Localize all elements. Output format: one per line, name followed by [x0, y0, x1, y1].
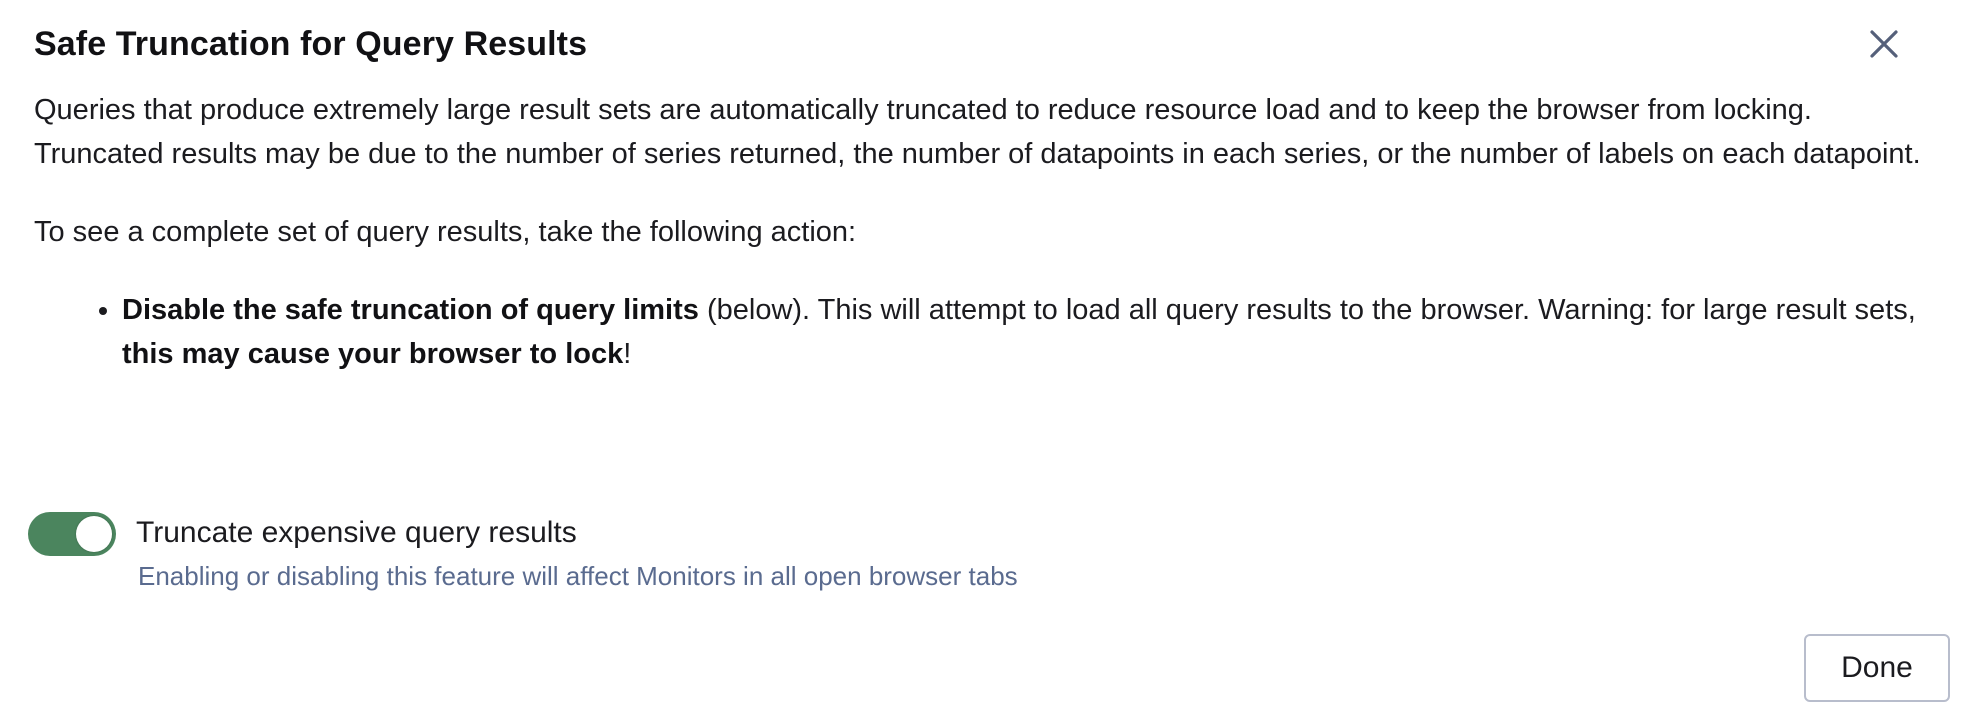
instruction-paragraph: To see a complete set of query results, …: [34, 216, 857, 248]
truncation-dialog: Safe Truncation for Query Results Querie…: [0, 0, 1972, 718]
toggle-text: Truncate expensive query results Enablin…: [136, 508, 1018, 594]
close-button[interactable]: [1862, 22, 1906, 66]
toggle-label[interactable]: Truncate expensive query results: [136, 508, 1018, 558]
dialog-title: Safe Truncation for Query Results: [34, 25, 588, 63]
bullet-end-text: !: [623, 338, 632, 370]
bullet-text: (below). This will attempt to load all q…: [698, 294, 1916, 326]
bullet-warning-text: this may cause your browser to lock: [122, 338, 624, 370]
close-icon: [1869, 29, 1899, 59]
description-paragraph: Queries that produce extremely large res…: [34, 94, 1921, 170]
done-button[interactable]: Done: [1804, 634, 1950, 702]
toggle-helper-text: Enabling or disabling this feature will …: [138, 561, 1018, 591]
truncate-toggle[interactable]: [28, 512, 116, 556]
truncate-setting: Truncate expensive query results Enablin…: [28, 508, 1018, 594]
toggle-knob: [76, 516, 112, 552]
action-list: Disable the safe truncation of query lim…: [34, 288, 1938, 376]
bullet-bold-text: Disable the safe truncation of query lim…: [122, 294, 699, 326]
list-item: Disable the safe truncation of query lim…: [122, 288, 1938, 376]
